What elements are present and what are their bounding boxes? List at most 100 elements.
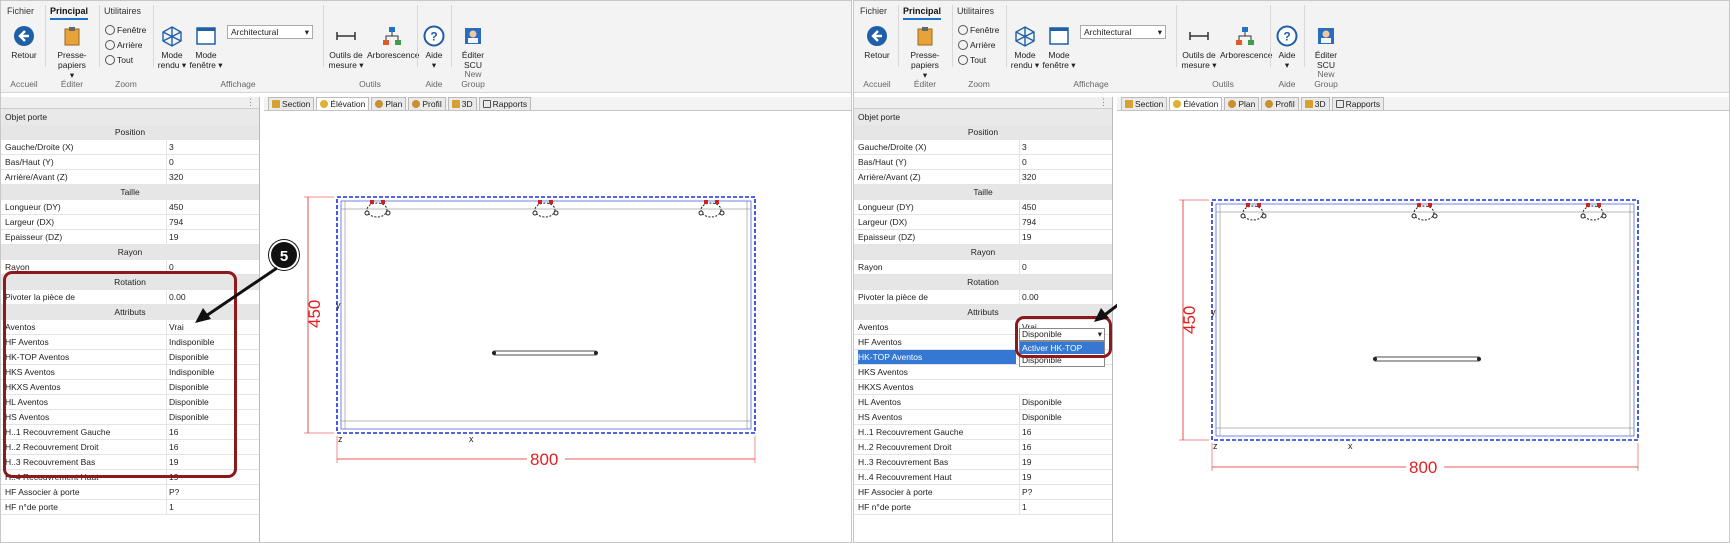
property-row[interactable]: Longueur (DY) 450 — [854, 200, 1112, 215]
property-row[interactable]: Bas/Haut (Y) 0 — [1, 155, 259, 170]
elevation-view[interactable]: 450 800 y z x — [264, 112, 851, 542]
panel-menu-icon[interactable]: ⋮ — [246, 97, 255, 108]
outils-mesure-button[interactable]: Outils de mesure ▾ — [1178, 25, 1220, 70]
property-row[interactable]: HF n°de porte 1 — [854, 500, 1112, 515]
property-row[interactable]: H..2 Recouvrement Droit 16 — [854, 440, 1112, 455]
arborescence-button[interactable]: Arborescence — [367, 25, 419, 60]
property-value[interactable]: P? — [166, 485, 255, 499]
property-row[interactable]: Pivoter la pièce de 0.00 — [854, 290, 1112, 305]
cube-3d-icon — [1304, 100, 1313, 108]
property-value[interactable]: 16 — [1019, 425, 1108, 439]
property-row[interactable]: H..4 Recouvrement Haut 19 — [854, 470, 1112, 485]
zoom-tout-button[interactable]: Tout — [958, 55, 986, 65]
zoom-fenetre-button[interactable]: Fenêtre — [958, 25, 999, 35]
property-value[interactable]: P? — [1019, 485, 1108, 499]
mode-fenetre-button[interactable]: Mode fenêtre ▾ — [1042, 25, 1076, 70]
property-value[interactable]: 19 — [1019, 455, 1108, 469]
property-row[interactable]: H..1 Recouvrement Gauche 16 — [854, 425, 1112, 440]
property-value[interactable]: Disponible — [1019, 395, 1108, 409]
tab-section[interactable]: Section — [1121, 97, 1168, 110]
tab-rapports[interactable]: Rapports — [478, 97, 532, 110]
arborescence-button[interactable]: Arborescence — [1220, 25, 1272, 60]
tab-utilitaires[interactable]: Utilitaires — [104, 6, 141, 20]
property-row[interactable]: Arrière/Avant (Z) 320 — [1, 170, 259, 185]
property-value[interactable]: 16 — [1019, 440, 1108, 454]
property-row[interactable]: H..3 Recouvrement Bas 19 — [854, 455, 1112, 470]
tab-fichier[interactable]: Fichier — [860, 6, 887, 20]
property-row[interactable]: Bas/Haut (Y) 0 — [854, 155, 1112, 170]
property-row[interactable]: Gauche/Droite (X) 3 — [854, 140, 1112, 155]
property-key: Bas/Haut (Y) — [5, 157, 54, 167]
property-row[interactable]: Gauche/Droite (X) 3 — [1, 140, 259, 155]
property-row[interactable]: Largeur (DX) 794 — [854, 215, 1112, 230]
property-row[interactable]: HKS Aventos — [854, 365, 1112, 380]
property-value[interactable]: 450 — [166, 200, 255, 214]
property-value[interactable]: 3 — [166, 140, 255, 154]
property-value[interactable]: 450 — [1019, 200, 1108, 214]
aide-button[interactable]: ? Aide ▾ — [1272, 25, 1302, 70]
property-value[interactable]: 3 — [1019, 140, 1108, 154]
property-value[interactable]: 320 — [1019, 170, 1108, 184]
tab-rapports[interactable]: Rapports — [1331, 97, 1385, 110]
aide-button[interactable]: ? Aide ▾ — [419, 25, 449, 70]
editer-scu-button[interactable]: Éditer SCU — [1306, 25, 1346, 70]
tab-principal[interactable]: Principal — [50, 6, 89, 20]
elevation-view[interactable]: 450 800 y z x — [1117, 112, 1729, 542]
zoom-arriere-button[interactable]: Arrière — [958, 40, 996, 50]
property-row[interactable]: HKXS Aventos — [854, 380, 1112, 395]
property-key: HF Associer à porte — [5, 487, 80, 497]
mode-fenetre-button[interactable]: Mode fenêtre ▾ — [189, 25, 223, 70]
property-row[interactable]: HF Associer à porte P? — [854, 485, 1112, 500]
tab-plan[interactable]: Plan — [371, 97, 407, 110]
editer-scu-button[interactable]: Éditer SCU — [453, 25, 493, 70]
property-row[interactable]: HF Associer à porte P? — [1, 485, 259, 500]
property-row[interactable]: Longueur (DY) 450 — [1, 200, 259, 215]
panel-menu-icon[interactable]: ⋮ — [1099, 97, 1108, 108]
retour-button[interactable]: Retour — [5, 25, 43, 60]
property-value[interactable]: 320 — [166, 170, 255, 184]
property-value[interactable]: 1 — [166, 500, 255, 514]
tab-section[interactable]: Section — [268, 97, 315, 110]
property-value[interactable]: 0 — [1019, 155, 1108, 169]
style-combo[interactable]: Architectural ▾ — [1080, 25, 1166, 39]
property-value[interactable]: 19 — [166, 230, 255, 244]
properties-header: ⋮ — [854, 97, 1112, 109]
property-value[interactable]: 1 — [1019, 500, 1108, 514]
style-combo[interactable]: Architectural ▾ — [227, 25, 313, 39]
property-row[interactable]: Epaisseur (DZ) 19 — [854, 230, 1112, 245]
property-value[interactable]: 0 — [1019, 260, 1108, 274]
tab-utilitaires[interactable]: Utilitaires — [957, 6, 994, 20]
tab-elevation[interactable]: Élévation — [1169, 97, 1223, 110]
property-value[interactable]: 794 — [1019, 215, 1108, 229]
property-row[interactable]: HS Aventos Disponible — [854, 410, 1112, 425]
group-label-aide: Aide — [1278, 79, 1296, 89]
property-value[interactable]: 0 — [166, 155, 255, 169]
retour-button[interactable]: Retour — [858, 25, 896, 60]
property-value[interactable]: 19 — [1019, 470, 1108, 484]
property-value[interactable]: Disponible — [1019, 410, 1108, 424]
zoom-fenetre-button[interactable]: Fenêtre — [105, 25, 146, 35]
tab-principal[interactable]: Principal — [903, 6, 942, 20]
property-row[interactable]: Arrière/Avant (Z) 320 — [854, 170, 1112, 185]
zoom-tout-button[interactable]: Tout — [105, 55, 133, 65]
tab-3d[interactable]: 3D — [447, 97, 477, 110]
tab-plan[interactable]: Plan — [1224, 97, 1260, 110]
outils-mesure-button[interactable]: Outils de mesure ▾ — [325, 25, 367, 70]
zoom-arriere-button[interactable]: Arrière — [105, 40, 143, 50]
property-row[interactable]: HF n°de porte 1 — [1, 500, 259, 515]
mode-rendu-button[interactable]: Mode rendu ▾ — [155, 25, 189, 70]
property-value[interactable]: 794 — [166, 215, 255, 229]
tab-fichier[interactable]: Fichier — [7, 6, 34, 20]
tab-profil[interactable]: Profil — [408, 97, 446, 110]
presse-papiers-button[interactable]: Presse-papiers ▾ — [900, 25, 950, 80]
property-row[interactable]: Largeur (DX) 794 — [1, 215, 259, 230]
property-row[interactable]: Epaisseur (DZ) 19 — [1, 230, 259, 245]
mode-rendu-button[interactable]: Mode rendu ▾ — [1008, 25, 1042, 70]
tab-elevation[interactable]: Élévation — [316, 97, 370, 110]
property-value[interactable]: 19 — [1019, 230, 1108, 244]
tab-3d[interactable]: 3D — [1300, 97, 1330, 110]
presse-papiers-button[interactable]: Presse-papiers ▾ — [47, 25, 97, 80]
tab-profil[interactable]: Profil — [1261, 97, 1299, 110]
property-row[interactable]: HL Aventos Disponible — [854, 395, 1112, 410]
property-row[interactable]: Rayon 0 — [854, 260, 1112, 275]
